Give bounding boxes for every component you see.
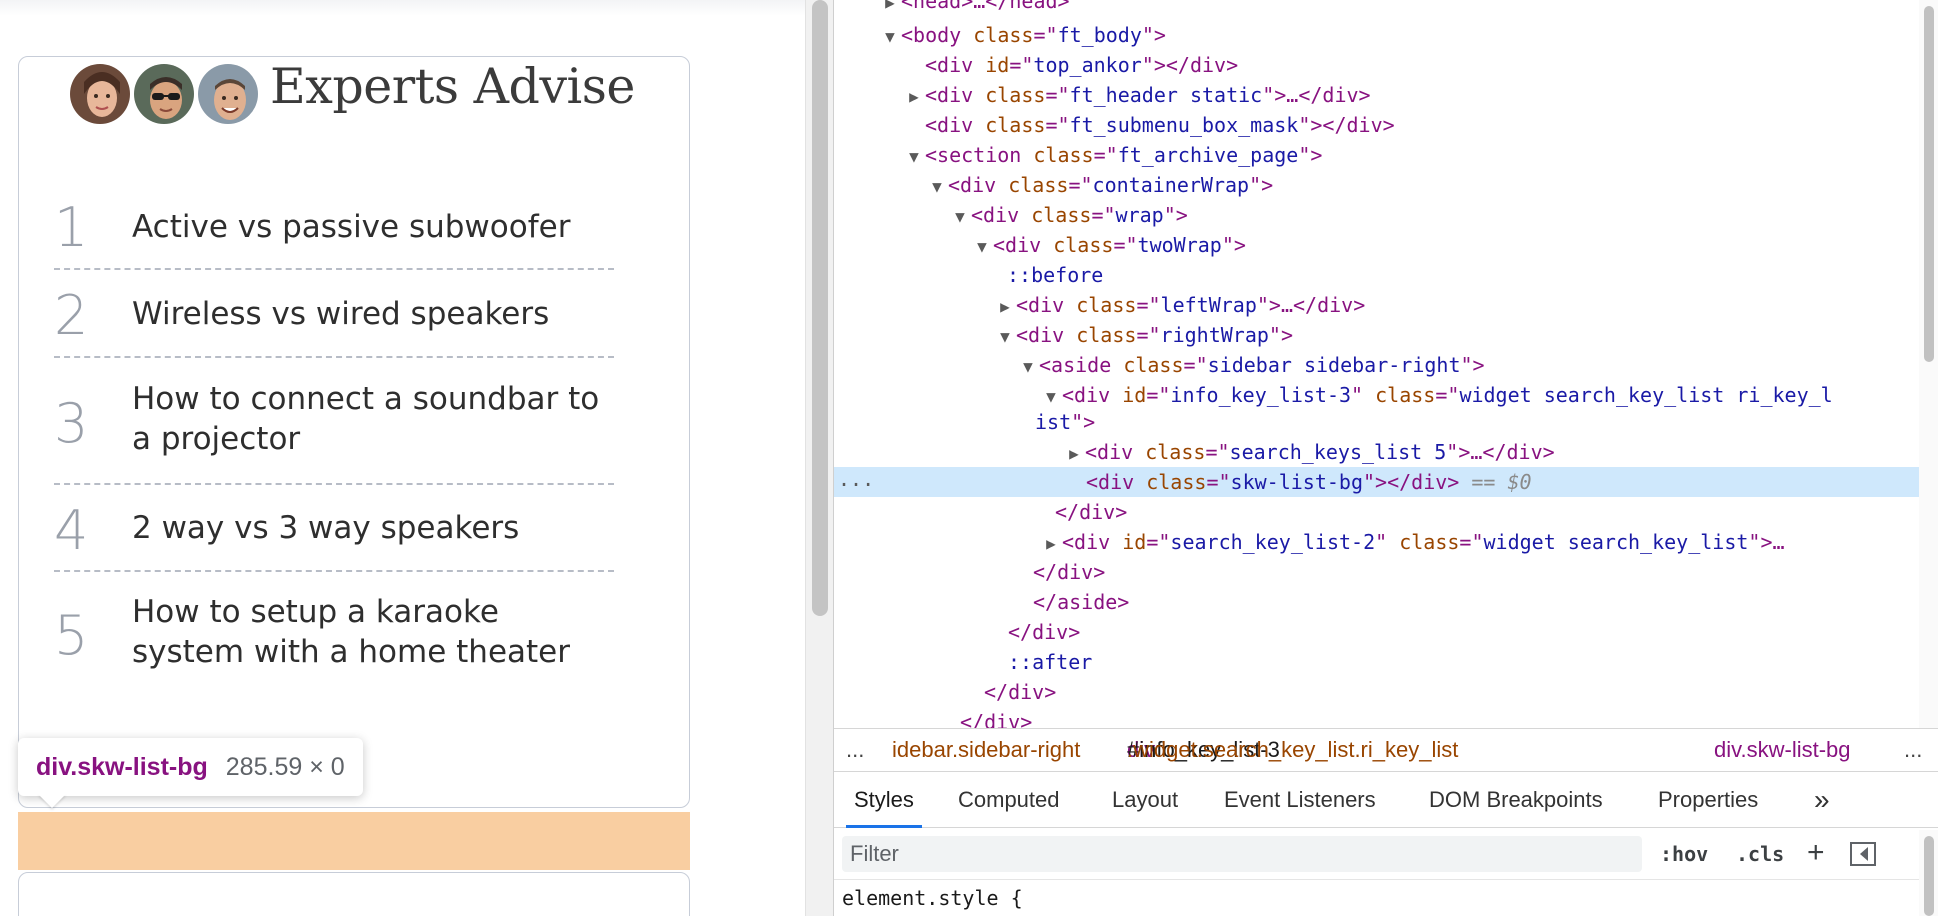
page-scrollbar[interactable]	[805, 0, 833, 916]
more-tabs-icon[interactable]: »	[1814, 772, 1830, 828]
dom-close-div[interactable]: </div>	[1033, 557, 1919, 587]
dom-node-skw-list-bg-selected[interactable]: <div class="skw-list-bg"></div> == $0	[834, 467, 1919, 497]
breadcrumb-scroll-right[interactable]: ...	[1904, 729, 1922, 771]
collapse-arrow-icon[interactable]: ▼	[926, 172, 948, 202]
dom-node-submenu-mask[interactable]: <div class="ft_submenu_box_mask"></div>	[925, 110, 1919, 140]
dom-tree-scrollbar[interactable]	[1919, 0, 1938, 728]
tab-properties[interactable]: Properties	[1658, 772, 1758, 828]
dom-node-right-wrap[interactable]: ▼ <div class="rightWrap">	[994, 320, 1919, 350]
page-scroll-thumb[interactable]	[812, 0, 828, 616]
key-list: 1 Active vs passive subwoofer 2 Wireless…	[54, 190, 614, 692]
dom-close-div[interactable]: </div>	[984, 677, 1919, 707]
elements-dom-tree: ▶ <head>…</head> ▼ <body class="ft_body"> …	[834, 0, 1919, 728]
dom-node-search-keys-list[interactable]: ▶ <div class="search_keys_list 5">…</div>	[1063, 437, 1919, 467]
expand-arrow-icon[interactable]: ▶	[1063, 439, 1085, 469]
list-item-number: 4	[54, 499, 89, 562]
tooltip-arrow	[38, 794, 66, 808]
dom-node-aside-sidebar[interactable]: ▼ <aside class="sidebar sidebar-right">	[1017, 350, 1919, 380]
dom-tree-scroll-thumb[interactable]	[1924, 6, 1934, 362]
dom-node-left-wrap[interactable]: ▶ <div class="leftWrap">…</div>	[994, 290, 1919, 320]
devtools-panel: ▶ <head>…</head> ▼ <body class="ft_body"> …	[833, 0, 1938, 916]
dom-node-info-key-list[interactable]: ▼ <div id="info_key_list-3" class="widget…	[1040, 380, 1919, 410]
list-item[interactable]: 3 How to connect a soundbar to a project…	[54, 358, 614, 485]
collapse-arrow-icon[interactable]: ▼	[949, 202, 971, 232]
tab-layout[interactable]: Layout	[1112, 772, 1178, 828]
dom-pseudo-after[interactable]: ::after	[1008, 647, 1919, 677]
dom-close-div[interactable]: </div>	[960, 707, 1919, 728]
list-item-link[interactable]: How to setup a karaoke system with a hom…	[132, 592, 602, 672]
add-rule-icon[interactable]: +	[1807, 836, 1825, 870]
dom-close-div[interactable]: </div>	[1055, 497, 1919, 527]
list-item-link[interactable]: How to connect a soundbar to a projector	[132, 379, 602, 459]
collapse-arrow-icon[interactable]: ▼	[971, 232, 993, 262]
collapse-arrow-icon[interactable]: ▼	[879, 22, 901, 52]
page-viewport: Experts Advise 1 Active vs passive subwo…	[0, 0, 805, 916]
list-item-number: 2	[54, 284, 89, 347]
expert-avatar-2	[132, 62, 196, 126]
tab-event-listeners[interactable]: Event Listeners	[1224, 772, 1376, 828]
dom-node-archive-section[interactable]: ▼ <section class="ft_archive_page">	[903, 140, 1919, 170]
expert-avatar-3	[196, 62, 260, 126]
tab-dom-breakpoints[interactable]: DOM Breakpoints	[1429, 772, 1603, 828]
list-item[interactable]: 2 Wireless vs wired speakers	[54, 270, 614, 358]
list-item-link[interactable]: 2 way vs 3 way speakers	[132, 508, 602, 548]
breadcrumb-scroll-left[interactable]: ...	[846, 729, 864, 771]
class-toggle[interactable]: .cls	[1736, 836, 1784, 872]
dom-node-two-wrap[interactable]: ▼ <div class="twoWrap">	[971, 230, 1919, 260]
collapse-arrow-icon[interactable]: ▼	[994, 322, 1016, 352]
breadcrumb-sidebar[interactable]: idebar.sidebar-right	[892, 729, 1080, 771]
tab-styles[interactable]: Styles	[846, 772, 922, 828]
dom-node-container-wrap[interactable]: ▼ <div class="containerWrap">	[926, 170, 1919, 200]
tooltip-element-tag: div.skw-list-bg	[36, 752, 208, 781]
inspect-tooltip: div.skw-list-bg 285.59 × 0	[18, 738, 363, 796]
dom-node-ft-header[interactable]: ▶ <div class="ft_header static">…</div>	[903, 80, 1919, 110]
dom-pseudo-before[interactable]: ::before	[1007, 260, 1919, 290]
list-item-link[interactable]: Wireless vs wired speakers	[132, 294, 602, 334]
styles-scroll-thumb[interactable]	[1924, 836, 1934, 916]
page-top-bar	[0, 0, 805, 16]
next-widget-card	[18, 872, 690, 916]
dom-close-aside[interactable]: </aside>	[1033, 587, 1919, 617]
hover-state-toggle[interactable]: :hov	[1660, 836, 1708, 872]
dom-node-info-key-list-wrap: ist">	[1035, 410, 1096, 434]
list-item-link[interactable]: Active vs passive subwoofer	[132, 207, 602, 247]
widget-title: Experts Advise	[270, 58, 635, 115]
dom-close-div[interactable]: </div>	[1008, 617, 1919, 647]
list-item-number: 1	[54, 196, 89, 259]
list-item[interactable]: 4 2 way vs 3 way speakers	[54, 485, 614, 572]
expand-arrow-icon[interactable]: ▶	[994, 292, 1016, 322]
dom-node-body[interactable]: ▼ <body class="ft_body">	[879, 20, 1919, 50]
expand-arrow-icon[interactable]: ▶	[903, 82, 925, 112]
node-actions-ellipsis[interactable]: ...	[838, 467, 874, 491]
dom-node-wrap[interactable]: ▼ <div class="wrap">	[949, 200, 1919, 230]
styles-filter-input[interactable]	[842, 836, 1642, 872]
styles-tab-bar: Styles Computed Layout Event Listeners D…	[834, 772, 1938, 828]
tab-computed[interactable]: Computed	[958, 772, 1060, 828]
dom-node-head[interactable]: ▶ <head>…</head>	[879, 0, 1919, 16]
breadcrumb-skw-list-bg[interactable]: div.skw-list-bg	[1714, 729, 1851, 771]
breadcrumb: ... idebar.sidebar-right div #info_key_li…	[834, 728, 1938, 772]
dom-node-top-ankor[interactable]: <div id="top_ankor"></div>	[925, 50, 1919, 80]
styles-filter-row: :hov .cls +	[834, 828, 1938, 880]
list-item[interactable]: 5 How to setup a karaoke system with a h…	[54, 572, 614, 692]
expand-arrow-icon[interactable]: ▶	[879, 0, 901, 18]
collapse-arrow-icon[interactable]: ▼	[903, 142, 925, 172]
dom-node-search-key-list-2[interactable]: ▶ <div id="search_key_list-2" class="widg…	[1040, 527, 1919, 557]
expert-avatar-1	[68, 62, 132, 126]
expand-arrow-icon[interactable]: ▶	[1040, 529, 1062, 559]
inspected-element-highlight	[18, 812, 690, 870]
element-style-rule[interactable]: element.style {	[842, 886, 1023, 910]
list-item-number: 3	[54, 392, 89, 455]
collapse-arrow-icon[interactable]: ▼	[1017, 352, 1039, 382]
styles-scrollbar[interactable]	[1919, 830, 1938, 916]
list-item-number: 5	[54, 604, 89, 667]
tooltip-element-dimensions: 285.59 × 0	[225, 752, 345, 781]
toggle-computed-sidebar-icon[interactable]	[1850, 842, 1876, 866]
list-item[interactable]: 1 Active vs passive subwoofer	[54, 190, 614, 270]
